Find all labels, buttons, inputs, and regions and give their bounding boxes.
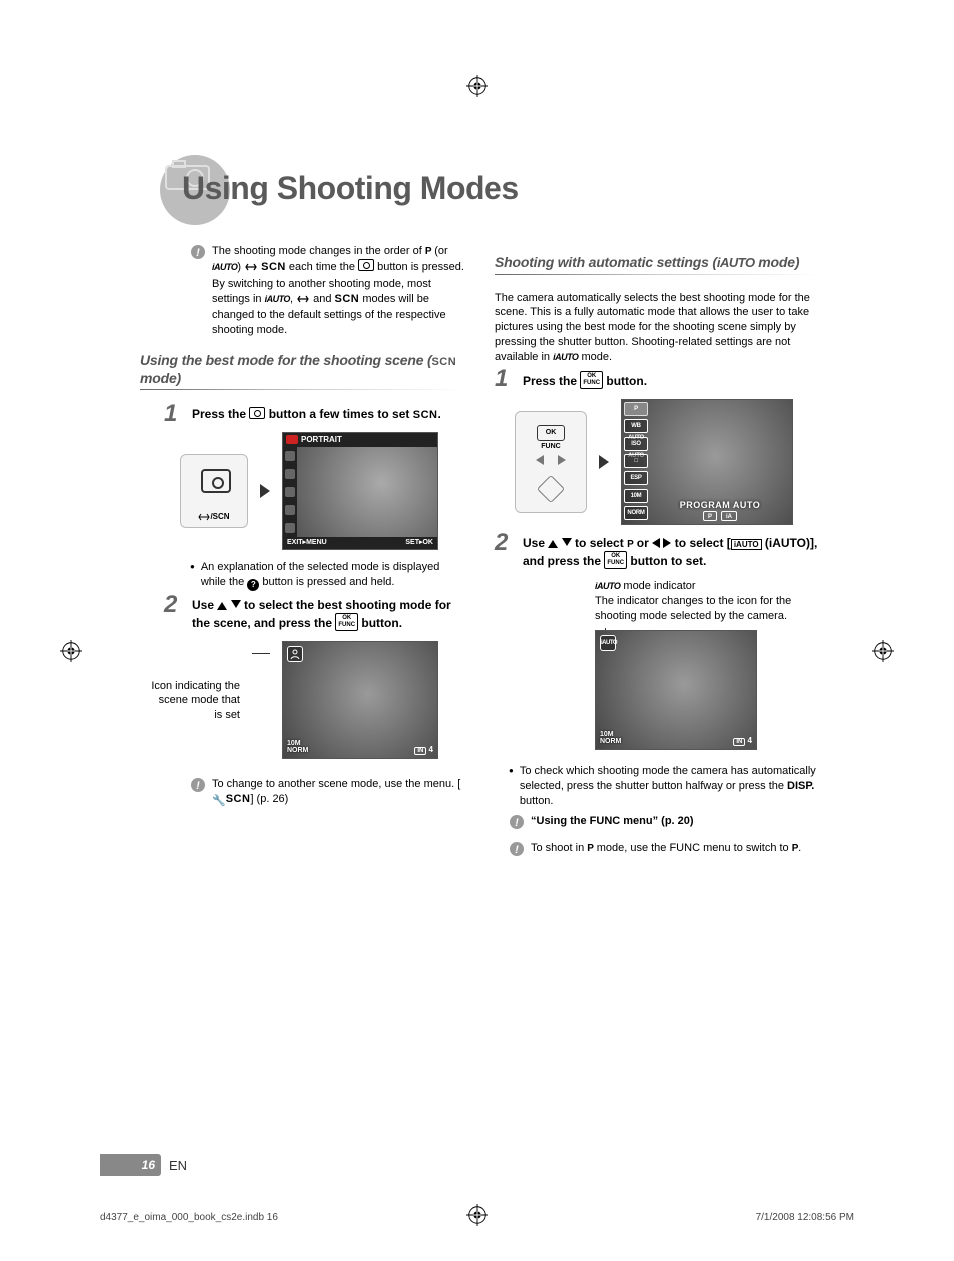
menu-chip: ESP bbox=[624, 471, 648, 485]
step-number: 1 bbox=[164, 400, 177, 428]
dpad-icon bbox=[537, 475, 565, 503]
bullet-check-mode: To check which shooting mode the camera … bbox=[509, 764, 820, 809]
svg-text:!: ! bbox=[196, 780, 200, 792]
lcd-func-menu: P WB AUTO ISO AUTO □ ESP 10M NORM PROGRA… bbox=[621, 399, 793, 525]
left-arrow-icon bbox=[652, 538, 660, 548]
chapter-header: Using Shooting Modes bbox=[140, 150, 820, 230]
registration-mark-icon bbox=[872, 640, 894, 662]
menu-chip: WB AUTO bbox=[624, 419, 648, 433]
note-icon: ! bbox=[509, 814, 525, 835]
scene-indicator-icon bbox=[287, 646, 303, 662]
section-heading-iauto: Shooting with automatic settings (iAUTO … bbox=[495, 254, 820, 272]
up-arrow-icon bbox=[548, 540, 558, 548]
iauto-paragraph: The camera automatically selects the bes… bbox=[495, 291, 820, 365]
tip-shoot-p: ! To shoot in P mode, use the FUNC menu … bbox=[509, 841, 820, 862]
page-language: EN bbox=[169, 1158, 187, 1173]
menu-chip: P bbox=[624, 402, 648, 416]
print-metadata-line: d4377_e_oima_000_book_cs2e.indb 16 7/1/2… bbox=[100, 1212, 854, 1223]
ok-func-button-icon: OKFUNC bbox=[335, 613, 358, 631]
arrow-right-icon bbox=[599, 455, 609, 469]
registration-mark-icon bbox=[466, 75, 488, 97]
scene-icon bbox=[285, 523, 295, 533]
lcd-iauto-live: iAUTO 10MNORM IN 4 bbox=[595, 630, 757, 750]
svg-text:!: ! bbox=[515, 817, 519, 829]
section-rule bbox=[495, 274, 820, 275]
ok-func-button-icon: OKFUNC bbox=[604, 551, 627, 569]
tip-change-scene: ! To change to another scene mode, use t… bbox=[190, 777, 465, 809]
svg-text:!: ! bbox=[196, 247, 200, 259]
step-1-scn: 1 Press the button a few times to set SC… bbox=[164, 406, 465, 422]
step-2-iauto: 2 Use to select P or to select [iAUTO (i… bbox=[495, 535, 820, 569]
scene-icon bbox=[285, 505, 295, 515]
page: Using Shooting Modes ! The shooting mode… bbox=[0, 0, 954, 1261]
lcd-preview-image bbox=[297, 447, 437, 537]
section-heading-scn: Using the best mode for the shooting sce… bbox=[140, 352, 465, 387]
note-icon: ! bbox=[509, 841, 525, 862]
chapter-title: Using Shooting Modes bbox=[182, 172, 519, 204]
intro-note: ! The shooting mode changes in the order… bbox=[190, 244, 465, 338]
camera-button-icon bbox=[249, 407, 265, 419]
step-1-iauto: 1 Press the OKFUNC button. bbox=[495, 371, 820, 389]
dis-icon bbox=[198, 513, 210, 523]
menu-chip: 10M bbox=[624, 489, 648, 503]
left-arrow-icon bbox=[536, 455, 544, 465]
control-pad-diagram: OKFUNC bbox=[515, 411, 587, 513]
figure-scn-result: Icon indicating the scene mode that is s… bbox=[150, 641, 465, 759]
section-rule bbox=[140, 389, 465, 390]
page-number: 16 bbox=[100, 1154, 161, 1176]
arrow-right-icon bbox=[260, 484, 270, 498]
menu-chip: ISO AUTO bbox=[624, 437, 648, 451]
tip-func-menu: ! “Using the FUNC menu” (p. 20) bbox=[509, 814, 820, 835]
step-number: 1 bbox=[495, 365, 508, 393]
figure-iauto-result: iAUTO 10MNORM IN 4 bbox=[595, 630, 820, 750]
print-timestamp: 7/1/2008 12:08:56 PM bbox=[756, 1212, 854, 1223]
figure-iauto-dial-lcd: OKFUNC P WB AUTO ISO AUTO □ ESP bbox=[515, 399, 820, 525]
menu-chip: NORM bbox=[624, 506, 648, 520]
page-footer: 16 EN bbox=[100, 1154, 187, 1176]
note-icon: ! bbox=[190, 244, 206, 338]
dis-icon bbox=[244, 262, 258, 277]
intro-note-text: The shooting mode changes in the order o… bbox=[212, 244, 465, 338]
step-number: 2 bbox=[495, 529, 508, 557]
menu-chip: □ bbox=[624, 454, 648, 468]
step-number: 2 bbox=[164, 591, 177, 619]
camera-button-icon bbox=[358, 259, 374, 271]
info-button-icon: ? bbox=[247, 579, 259, 591]
lcd-caption: PROGRAM AUTO bbox=[652, 500, 788, 510]
down-arrow-icon bbox=[231, 600, 241, 608]
bullet-explanation: An explanation of the selected mode is d… bbox=[190, 560, 465, 591]
right-arrow-icon bbox=[558, 455, 566, 465]
content-area: Using Shooting Modes ! The shooting mode… bbox=[140, 150, 820, 868]
scene-icon bbox=[285, 451, 295, 461]
up-arrow-icon bbox=[217, 602, 227, 610]
indicator-caption: iAUTO mode indicator The indicator chang… bbox=[595, 579, 820, 624]
rec-icon bbox=[286, 435, 298, 444]
down-arrow-icon bbox=[562, 538, 572, 546]
ok-func-button-icon: OKFUNC bbox=[580, 371, 603, 389]
step-2-scn: 2 Use to select the best shooting mode f… bbox=[164, 597, 465, 631]
iauto-indicator-icon: iAUTO bbox=[600, 635, 616, 651]
wrench-icon: 🔧 bbox=[212, 794, 226, 809]
note-icon: ! bbox=[190, 777, 206, 809]
scene-icon bbox=[285, 469, 295, 479]
camera-button-icon bbox=[201, 469, 231, 493]
scene-icon bbox=[285, 487, 295, 497]
leader-line bbox=[252, 653, 270, 654]
iauto-chip-icon: iA bbox=[721, 511, 737, 521]
left-column: ! The shooting mode changes in the order… bbox=[140, 240, 465, 868]
registration-mark-icon bbox=[60, 640, 82, 662]
svg-text:!: ! bbox=[515, 844, 519, 856]
lcd-scn-menu: PORTRAIT EXIT▸MENUSET▸OK bbox=[282, 432, 438, 550]
print-filename: d4377_e_oima_000_book_cs2e.indb 16 bbox=[100, 1212, 278, 1223]
camera-back-diagram: /SCN bbox=[180, 454, 248, 528]
ok-func-label: OKFUNC bbox=[537, 425, 565, 441]
caption-scene-icon: Icon indicating the scene mode that is s… bbox=[150, 679, 240, 722]
dis-icon bbox=[296, 294, 310, 309]
lcd-scn-live: 10MNORM IN 4 bbox=[282, 641, 438, 759]
figure-scn-dial-lcd: /SCN PORTRAIT EXIT▸MENUSET▸OK bbox=[180, 432, 465, 550]
right-column: Shooting with automatic settings (iAUTO … bbox=[495, 240, 820, 868]
